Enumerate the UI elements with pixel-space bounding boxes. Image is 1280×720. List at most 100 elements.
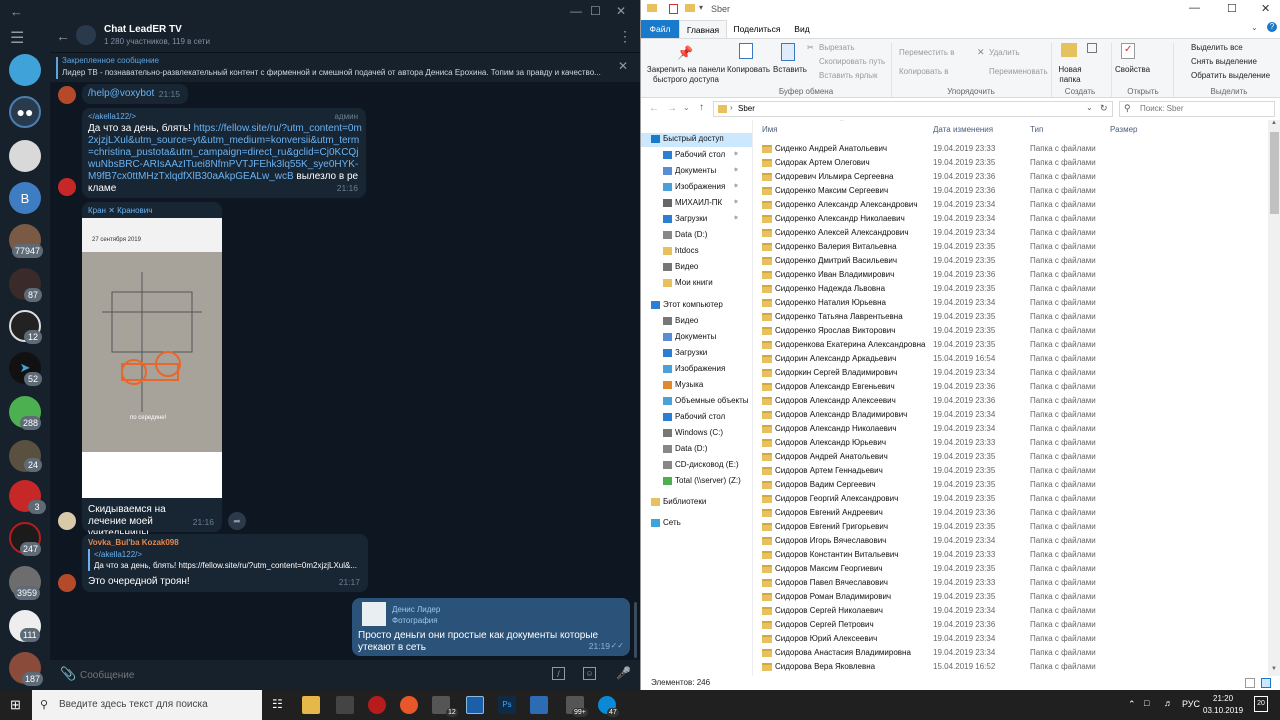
column-header-name[interactable]: Имя — [762, 125, 778, 134]
folder-row[interactable]: Сидоренко Дмитрий Васильевич 19.04.2019 2… — [753, 254, 1268, 268]
folder-row[interactable]: Сидоренко Александр Александрович 19.04.2… — [753, 198, 1268, 212]
rename-button[interactable]: Переименовать — [989, 67, 1048, 77]
user-avatar[interactable] — [58, 178, 76, 196]
column-header-type[interactable]: Тип — [1030, 125, 1043, 134]
folder-row[interactable]: Сидоров Александр Николаевич 19.04.2019 2… — [753, 422, 1268, 436]
folder-row[interactable]: Сидоренко Иван Владимирович 19.04.2019 23… — [753, 268, 1268, 282]
folder-row[interactable]: Сидоров Андрей Анатольевич 19.04.2019 23:… — [753, 450, 1268, 464]
chat-avatar[interactable]: B — [9, 182, 41, 214]
share-icon[interactable]: ➦ — [228, 512, 246, 530]
photo-attachment[interactable]: 27 сентября 2019 по середине! — [82, 218, 222, 498]
firefox-icon[interactable] — [400, 696, 418, 714]
select-all-button[interactable]: Выделить все — [1191, 43, 1243, 53]
nav-item[interactable]: Загрузки — [663, 348, 707, 357]
more-vertical-icon[interactable]: ⋮ — [618, 28, 632, 45]
maximize-icon[interactable]: ☐ — [1227, 2, 1237, 15]
folder-row[interactable]: Сидоренкова Екатерина Александровна 19.04… — [753, 338, 1268, 352]
close-icon[interactable]: ✕ — [1261, 2, 1270, 15]
message-input[interactable] — [80, 666, 520, 684]
nav-item[interactable]: Data (D:) — [663, 230, 707, 239]
nav-item[interactable]: Мои книги — [663, 278, 713, 287]
store-icon[interactable] — [336, 696, 354, 714]
column-header-size[interactable]: Размер — [1110, 125, 1138, 134]
scroll-up-icon[interactable]: ▲ — [1271, 120, 1277, 126]
folder-row[interactable]: Сидоренко Ярослав Викторович 19.04.2019 2… — [753, 324, 1268, 338]
nav-item[interactable]: Документы ✶ — [663, 166, 739, 175]
back-arrow-icon[interactable]: ← — [56, 28, 70, 44]
explorer-taskbar-icon[interactable] — [302, 696, 320, 714]
reply-text[interactable]: Да что за день, блять! https://fellow.si… — [94, 560, 362, 573]
command-link[interactable]: /help@voxybot — [88, 88, 154, 101]
folder-row[interactable]: Сидоров Роман Владимирович 19.04.2019 23:… — [753, 590, 1268, 604]
nav-item[interactable]: Видео — [663, 316, 698, 325]
folder-row[interactable]: Сидоренко Наталия Юрьевна 19.04.2019 23:3… — [753, 296, 1268, 310]
back-arrow-icon[interactable]: ← — [10, 4, 23, 19]
folder-row[interactable]: Сидорова Вера Яковлевна 15.04.2019 16:52 П… — [753, 660, 1268, 674]
folder-row[interactable]: Сидоров Евгений Андреевич 19.04.2019 23:3… — [753, 506, 1268, 520]
paste-button[interactable]: Вставить — [773, 65, 807, 75]
tab-view[interactable]: Вид — [787, 20, 817, 38]
user-avatar[interactable] — [58, 574, 76, 592]
nav-item[interactable]: Сеть — [651, 518, 681, 527]
new-item-icon[interactable] — [1087, 43, 1097, 53]
folder-row[interactable]: Сидоров Юрий Алексеевич 19.04.2019 23:34 П… — [753, 632, 1268, 646]
menu-icon[interactable]: ☰ — [10, 28, 24, 48]
sticker-icon[interactable]: ☺ — [583, 667, 596, 680]
help-icon[interactable]: ? — [1267, 22, 1277, 32]
folder-row[interactable]: Сидоров Артем Геннадьевич 19.04.2019 23:3… — [753, 464, 1268, 478]
close-icon[interactable]: ✕ — [616, 4, 626, 18]
column-header-date[interactable]: Дата изменения — [933, 125, 993, 134]
folder-row[interactable]: Сидоренко Валерия Витальевна 19.04.2019 2… — [753, 240, 1268, 254]
folder-row[interactable]: Сидоров Георгий Александрович 19.04.2019 … — [753, 492, 1268, 506]
folder-row[interactable]: Сидоров Евгений Григорьевич 19.04.2019 23… — [753, 520, 1268, 534]
refresh-icon[interactable]: ↻ — [1100, 103, 1108, 114]
nav-item[interactable]: Рабочий стол ✶ — [663, 150, 739, 159]
folder-row[interactable]: Сидоркин Сергей Владимирович 19.04.2019 2… — [753, 366, 1268, 380]
tab-home[interactable]: Главная — [679, 20, 727, 38]
paste-shortcut-button[interactable]: Вставить ярлык — [819, 71, 878, 81]
scrollbar[interactable]: ▲ ▼ — [1268, 120, 1280, 676]
message-author[interactable]: </akella122/> — [88, 111, 136, 124]
folder-row[interactable]: Сидоров Сергей Петрович 19.04.2019 23:36 П… — [753, 618, 1268, 632]
chat-header-avatar[interactable] — [76, 25, 96, 45]
nav-item[interactable]: Библиотеки — [651, 497, 706, 506]
nav-item[interactable]: Windows (C:) — [663, 428, 723, 437]
nav-item[interactable]: Музыка — [663, 380, 703, 389]
details-view-icon[interactable] — [1245, 678, 1255, 688]
minimize-icon[interactable]: — — [1189, 2, 1200, 14]
scrollbar[interactable] — [634, 602, 637, 658]
nav-item[interactable]: Видео — [663, 262, 698, 271]
properties-button[interactable]: Свойства — [1115, 65, 1150, 75]
nav-item[interactable]: Этот компьютер — [651, 300, 723, 309]
user-avatar[interactable] — [58, 86, 76, 104]
new-folder-button[interactable]: Новая папка — [1057, 65, 1083, 85]
folder-row[interactable]: Сидоров Константин Витальевич 19.04.2019 … — [753, 548, 1268, 562]
chat-title[interactable]: Chat LeadER TV — [104, 24, 182, 35]
nav-item[interactable]: Изображения — [663, 364, 725, 373]
nav-item[interactable]: Объемные объекты — [663, 396, 749, 405]
chat-avatar-active[interactable]: ●● — [9, 96, 41, 128]
folder-row[interactable]: Сидорин Александр Аркадьевич 15.04.2019 1… — [753, 352, 1268, 366]
folder-row[interactable]: Сидоренко Татьяна Лаврентьевна 19.04.2019… — [753, 310, 1268, 324]
tray-chevron-icon[interactable]: ⌃ — [1128, 699, 1136, 710]
chevron-down-icon[interactable]: ⌄ — [1251, 23, 1258, 32]
tiles-view-icon[interactable] — [1261, 678, 1271, 688]
folder-row[interactable]: Сидоров Вадим Сергеевич 19.04.2019 23:35 П… — [753, 478, 1268, 492]
nav-item[interactable]: CD-дисковод (E:) — [663, 460, 739, 469]
reply-thumbnail[interactable] — [362, 602, 386, 626]
forward-arrow-icon[interactable]: → — [667, 103, 677, 114]
back-arrow-icon[interactable]: ← — [649, 103, 659, 114]
folder-row[interactable]: Сидоревич Ильмира Сергеевна 19.04.2019 23… — [753, 170, 1268, 184]
volume-icon[interactable]: ♬ — [1164, 698, 1173, 708]
microphone-icon[interactable]: 🎤 — [616, 666, 631, 680]
chevron-down-icon[interactable]: ⌄ — [683, 103, 690, 112]
folder-row[interactable]: Сидорова Анастасия Владимировна 19.04.201… — [753, 646, 1268, 660]
nav-item[interactable]: Загрузки ✶ — [663, 214, 739, 223]
folder-row[interactable]: Сидоров Александр Владимирович 19.04.2019… — [753, 408, 1268, 422]
folder-row[interactable]: Сидоров Сергей Николаевич 19.04.2019 23:3… — [753, 604, 1268, 618]
app-icon[interactable] — [466, 696, 484, 714]
commands-icon[interactable]: / — [552, 667, 565, 680]
nav-item[interactable]: Быстрый доступ — [651, 134, 724, 143]
nav-item[interactable]: МИХАИЛ-ПК ✶ — [663, 198, 739, 207]
tab-file[interactable]: Файл — [641, 20, 679, 38]
